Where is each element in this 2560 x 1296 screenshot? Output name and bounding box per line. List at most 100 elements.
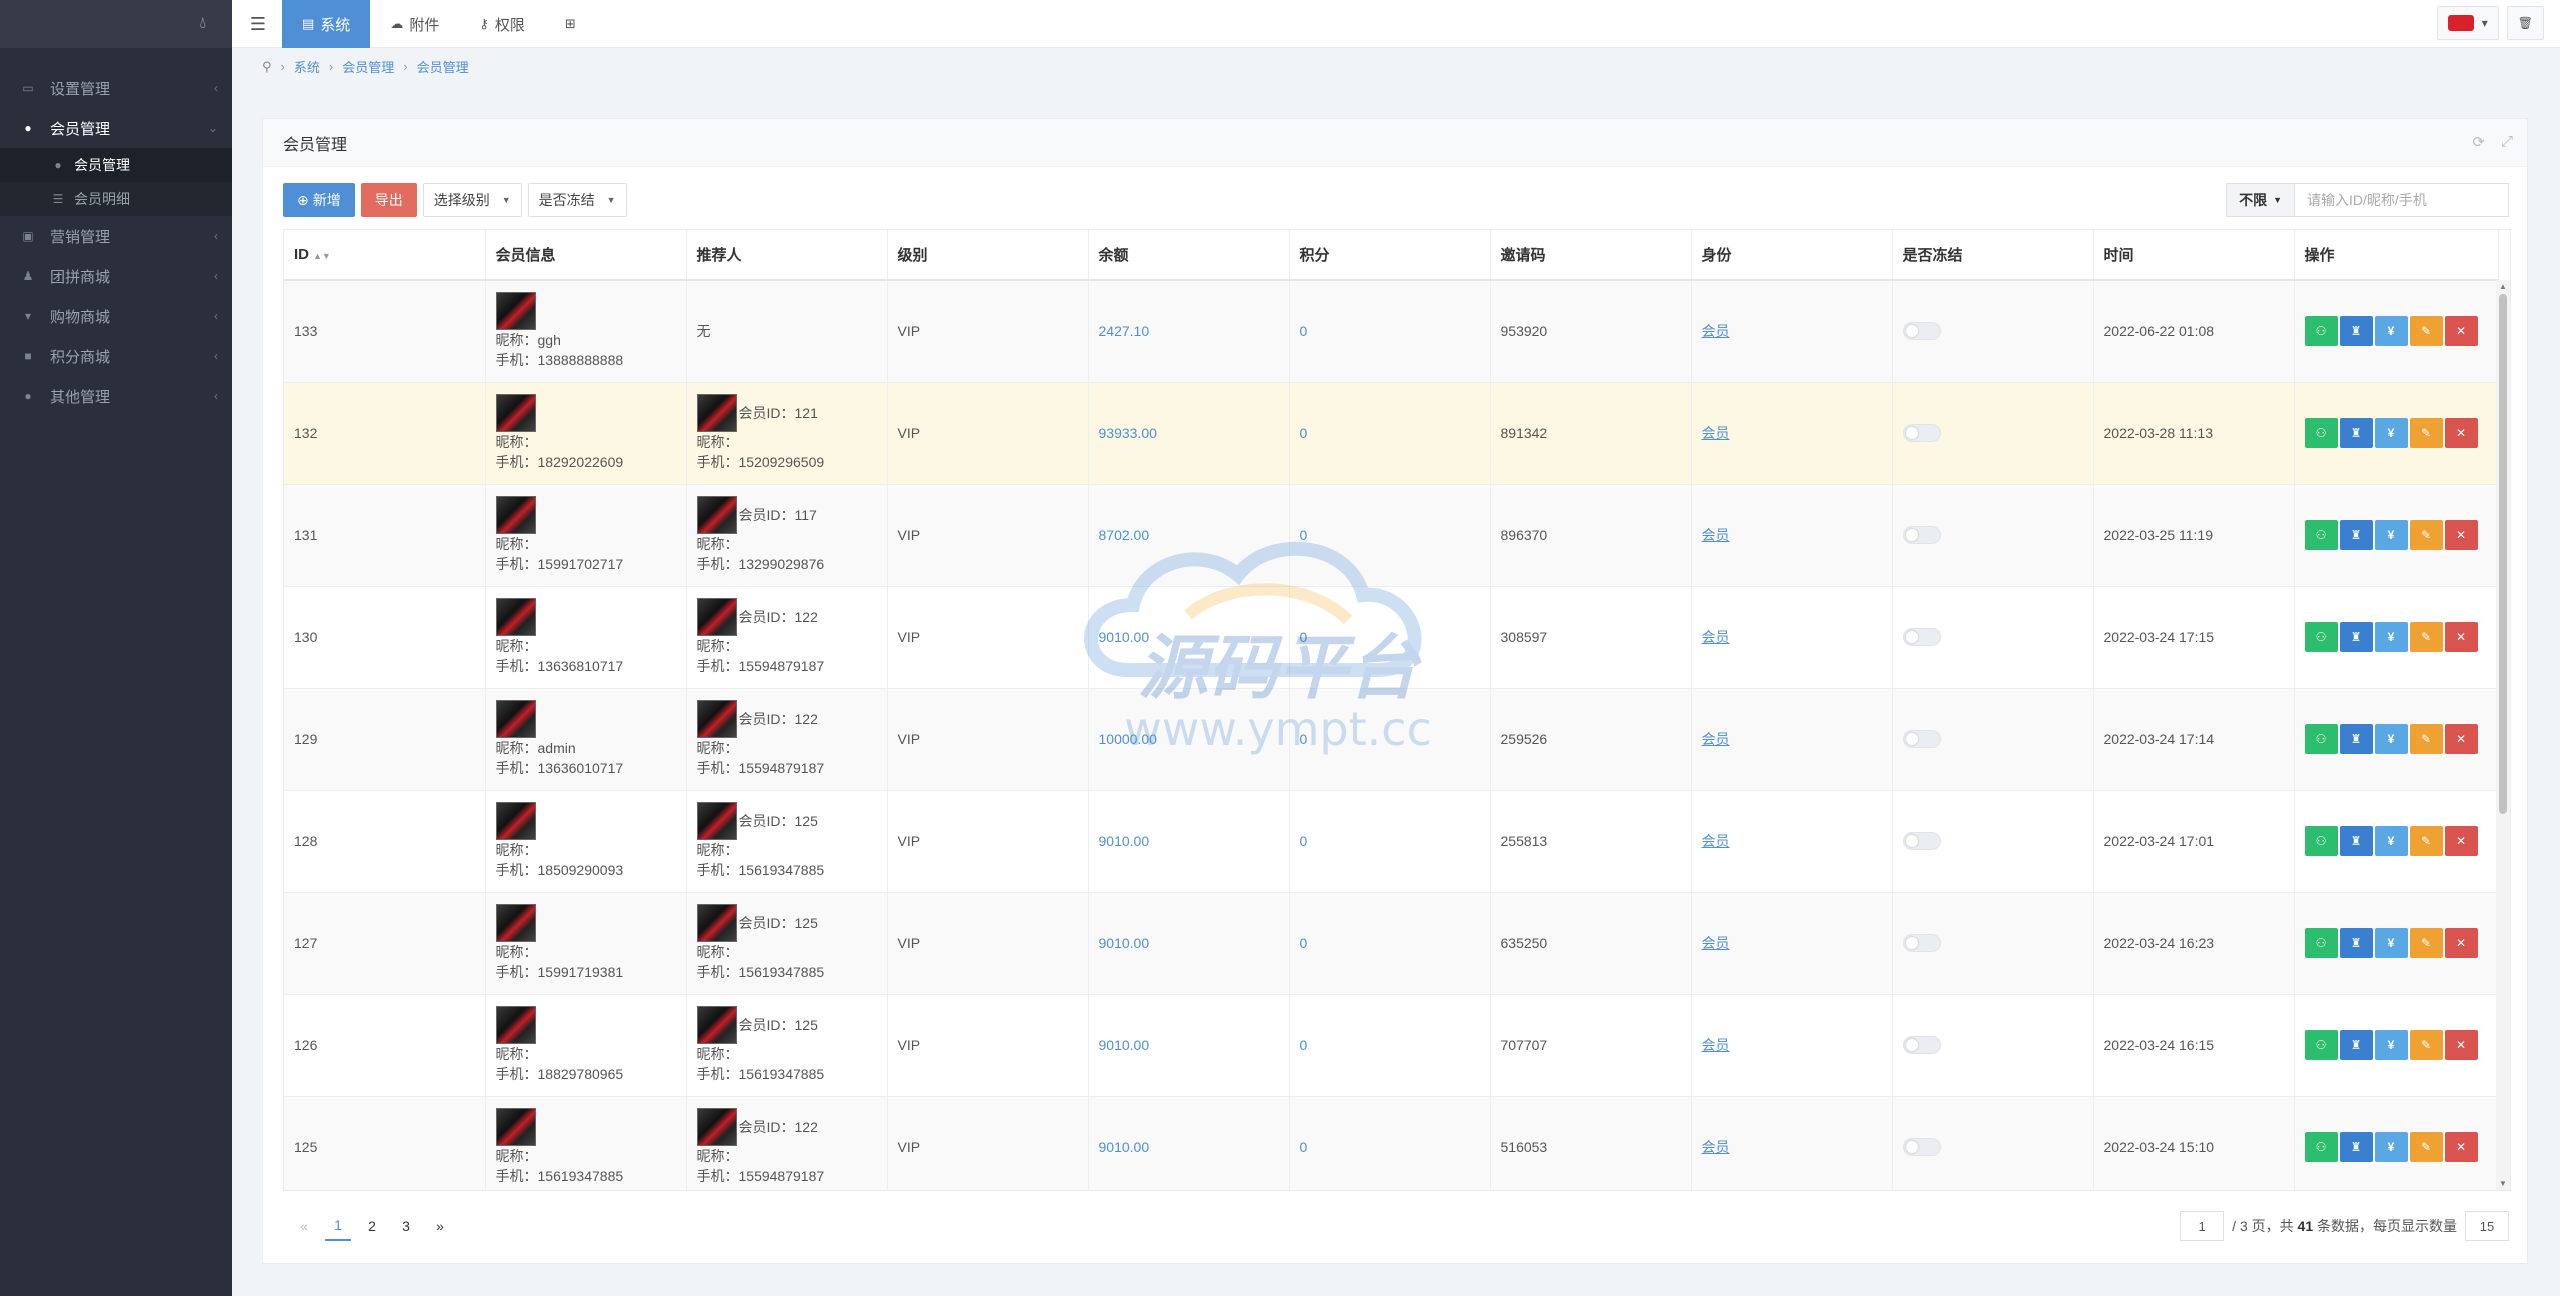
sidebar-subitem-member-manage[interactable]: ● 会员管理: [0, 148, 232, 182]
shirt-button[interactable]: ♜: [2339, 316, 2373, 347]
sort-icon[interactable]: ▲▼: [313, 251, 331, 261]
pencil-button[interactable]: ✎: [2409, 418, 2443, 448]
sitemap-button[interactable]: ⚇: [2304, 316, 2338, 347]
page-jump-input[interactable]: 1: [2180, 1211, 2225, 1241]
identity-link[interactable]: 会员: [1702, 1139, 1730, 1155]
per-page-input[interactable]: 15: [2465, 1211, 2509, 1241]
shirt-button[interactable]: ♜: [2339, 418, 2373, 448]
page-button-3[interactable]: 3: [393, 1211, 419, 1241]
pencil-button[interactable]: ✎: [2409, 316, 2443, 347]
points-link[interactable]: 0: [1300, 731, 1308, 747]
points-link[interactable]: 0: [1300, 323, 1308, 339]
sitemap-button[interactable]: ⚇: [2304, 928, 2338, 958]
prev-page-button[interactable]: «: [291, 1211, 317, 1241]
scrollbar-thumb[interactable]: [2499, 294, 2507, 814]
frozen-toggle[interactable]: [1902, 322, 1941, 341]
trash-button[interactable]: 🗑︎: [2506, 6, 2544, 40]
close-button[interactable]: ✕: [2444, 724, 2478, 754]
identity-link[interactable]: 会员: [1702, 629, 1730, 645]
points-link[interactable]: 0: [1300, 1139, 1308, 1155]
shirt-button[interactable]: ♜: [2339, 1132, 2373, 1162]
sitemap-button[interactable]: ⚇: [2304, 826, 2338, 856]
pencil-button[interactable]: ✎: [2409, 826, 2443, 856]
shirt-button[interactable]: ♜: [2339, 724, 2373, 754]
identity-link[interactable]: 会员: [1702, 935, 1730, 951]
points-link[interactable]: 0: [1300, 1037, 1308, 1053]
identity-link[interactable]: 会员: [1702, 425, 1730, 441]
tab-grid[interactable]: ⊞: [545, 0, 596, 48]
yen-button[interactable]: ¥: [2374, 1132, 2408, 1162]
drop-icon[interactable]: 💧︎: [200, 15, 206, 33]
breadcrumb-item[interactable]: 系统: [294, 57, 320, 76]
sidebar-item-points-mall[interactable]: ■ 积分商城 ‹: [0, 336, 232, 376]
shirt-button[interactable]: ♜: [2339, 622, 2373, 652]
close-button[interactable]: ✕: [2444, 1030, 2478, 1060]
pencil-button[interactable]: ✎: [2409, 622, 2443, 652]
sitemap-button[interactable]: ⚇: [2304, 418, 2338, 448]
yen-button[interactable]: ¥: [2374, 1030, 2408, 1060]
fullscreen-icon[interactable]: ⤢: [2501, 133, 2513, 151]
yen-button[interactable]: ¥: [2374, 622, 2408, 652]
sitemap-button[interactable]: ⚇: [2304, 622, 2338, 652]
close-button[interactable]: ✕: [2444, 1132, 2478, 1162]
level-select[interactable]: 选择级别 ▼: [422, 183, 522, 217]
page-button-1[interactable]: 1: [325, 1211, 351, 1241]
export-button[interactable]: 导出: [360, 183, 417, 217]
shirt-button[interactable]: ♜: [2339, 928, 2373, 958]
pencil-button[interactable]: ✎: [2409, 1030, 2443, 1060]
sidebar-item-shop-mall[interactable]: ▾ 购物商城 ‹: [0, 296, 232, 336]
hamburger-menu-icon[interactable]: ☰: [246, 0, 270, 48]
balance-link[interactable]: 93933.00: [1099, 425, 1157, 441]
tab-permission[interactable]: ⚷ 权限: [459, 0, 545, 48]
sitemap-button[interactable]: ⚇: [2304, 724, 2338, 754]
balance-link[interactable]: 9010.00: [1099, 935, 1150, 951]
frozen-toggle[interactable]: [1902, 1138, 1941, 1156]
shirt-button[interactable]: ♜: [2339, 826, 2373, 856]
next-page-button[interactable]: »: [427, 1211, 453, 1241]
balance-link[interactable]: 2427.10: [1099, 323, 1150, 339]
breadcrumb-item[interactable]: 会员管理: [417, 57, 469, 76]
balance-link[interactable]: 9010.00: [1099, 1037, 1150, 1053]
pencil-button[interactable]: ✎: [2409, 724, 2443, 754]
frozen-toggle[interactable]: [1902, 628, 1941, 646]
points-link[interactable]: 0: [1300, 629, 1308, 645]
points-link[interactable]: 0: [1300, 833, 1308, 849]
sitemap-button[interactable]: ⚇: [2304, 1030, 2338, 1060]
sitemap-button[interactable]: ⚇: [2304, 1132, 2338, 1162]
tab-system[interactable]: ▤ 系统: [282, 0, 371, 48]
close-button[interactable]: ✕: [2444, 316, 2478, 347]
pencil-button[interactable]: ✎: [2409, 1132, 2443, 1162]
sidebar-item-marketing[interactable]: ▣ 营销管理 ‹: [0, 216, 232, 256]
points-link[interactable]: 0: [1300, 527, 1308, 543]
balance-link[interactable]: 9010.00: [1099, 629, 1150, 645]
frozen-select[interactable]: 是否冻结 ▼: [527, 183, 627, 217]
close-button[interactable]: ✕: [2444, 826, 2478, 856]
balance-link[interactable]: 9010.00: [1099, 833, 1150, 849]
sidebar-item-settings[interactable]: ▭ 设置管理 ‹: [0, 68, 232, 108]
add-button[interactable]: ⊕ 新增: [283, 183, 355, 217]
frozen-toggle[interactable]: [1902, 424, 1941, 442]
shirt-button[interactable]: ♜: [2339, 1030, 2373, 1060]
balance-link[interactable]: 8702.00: [1099, 527, 1150, 543]
sitemap-button[interactable]: ⚇: [2304, 520, 2338, 550]
scroll-up-icon[interactable]: ▲: [2499, 282, 2507, 291]
close-button[interactable]: ✕: [2444, 928, 2478, 958]
pencil-button[interactable]: ✎: [2409, 928, 2443, 958]
user-menu-button[interactable]: ▾: [2436, 6, 2499, 40]
close-button[interactable]: ✕: [2444, 622, 2478, 652]
column-header-id[interactable]: ID ▲▼: [284, 230, 486, 281]
page-button-2[interactable]: 2: [359, 1211, 385, 1241]
identity-link[interactable]: 会员: [1702, 527, 1730, 543]
yen-button[interactable]: ¥: [2374, 826, 2408, 856]
scroll-down-icon[interactable]: ▼: [2499, 1179, 2507, 1188]
points-link[interactable]: 0: [1300, 425, 1308, 441]
sidebar-item-group-mall[interactable]: ♟ 团拼商城 ‹: [0, 256, 232, 296]
tab-attachment[interactable]: ☁ 附件: [370, 0, 459, 48]
balance-link[interactable]: 10000.00: [1099, 731, 1157, 747]
frozen-toggle[interactable]: [1902, 730, 1941, 748]
yen-button[interactable]: ¥: [2374, 520, 2408, 550]
shirt-button[interactable]: ♜: [2339, 520, 2373, 550]
search-input[interactable]: 请输入ID/昵称/手机: [2295, 183, 2509, 217]
identity-link[interactable]: 会员: [1702, 731, 1730, 747]
yen-button[interactable]: ¥: [2374, 316, 2408, 347]
